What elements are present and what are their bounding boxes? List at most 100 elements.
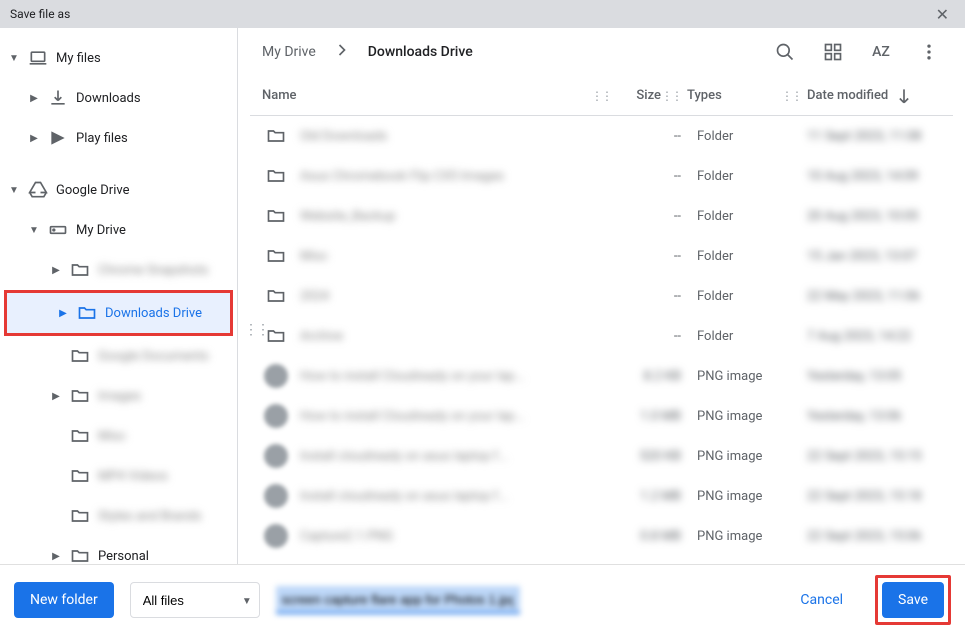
sidebar-item-folder[interactable]: Google Documents	[0, 336, 237, 376]
folder-icon	[75, 301, 99, 325]
sidebar-item-personal[interactable]: ▶ Personal	[0, 536, 237, 564]
table-row[interactable]: 2024--Folder22 May 2023, 11:06	[250, 276, 953, 316]
save-button[interactable]: Save	[882, 582, 944, 618]
column-resize-handle[interactable]: ⋮⋮	[781, 89, 791, 103]
column-size[interactable]: Size	[601, 88, 661, 103]
play-icon	[46, 126, 70, 150]
file-size: 8.2 KB	[611, 369, 681, 384]
folder-icon	[262, 126, 290, 146]
file-type: Folder	[681, 129, 791, 144]
table-row[interactable]: Archive--Folder7 Aug 2023, 14:22	[250, 316, 953, 356]
cancel-button[interactable]: Cancel	[784, 582, 859, 618]
file-type: PNG image	[681, 529, 791, 544]
file-size: --	[611, 169, 681, 184]
sidebar-item-folder[interactable]: ▶ Chrome Snapshots	[0, 250, 237, 290]
file-name: Capture2.1.PNG	[290, 529, 611, 544]
file-name: How to install Cloudready on your lap...	[290, 369, 611, 384]
filetype-select[interactable]: All files	[130, 582, 260, 618]
highlight-box: Save	[875, 575, 951, 625]
file-size: --	[611, 249, 681, 264]
column-types[interactable]: Types	[671, 88, 781, 103]
column-resize-handle[interactable]: ⋮⋮	[661, 89, 671, 103]
image-thumbnail	[262, 404, 290, 428]
folder-icon	[68, 464, 92, 488]
sidebar-item-label: Play files	[76, 131, 128, 146]
file-size: 0.8 MB	[611, 529, 681, 544]
table-row[interactable]: Asus Chromebook Flip CX5 Images--Folder1…	[250, 156, 953, 196]
new-folder-button[interactable]: New folder	[14, 582, 114, 618]
file-size: --	[611, 209, 681, 224]
file-date: Yesterday, 13:06	[791, 409, 941, 424]
folder-icon	[68, 504, 92, 528]
file-size: --	[611, 129, 681, 144]
sidebar-item-folder[interactable]: Misc	[0, 416, 237, 456]
file-size: --	[611, 329, 681, 344]
window-title: Save file as	[10, 7, 70, 21]
sidebar-resize-handle[interactable]: ⋮⋮	[244, 322, 268, 338]
sidebar-item-my-drive[interactable]: ▼ My Drive	[0, 210, 237, 250]
table-row[interactable]: Install cloudready on asus laptop f...1.…	[250, 476, 953, 516]
sidebar-item-folder[interactable]: MP4 Videos	[0, 456, 237, 496]
file-name: Archive	[290, 329, 611, 344]
file-date: 20 Aug 2023, 10:05	[791, 209, 941, 224]
column-resize-handle[interactable]: ⋮⋮	[591, 89, 601, 103]
table-row[interactable]: Website_Backup--Folder20 Aug 2023, 10:05	[250, 196, 953, 236]
main-header: My Drive Downloads Drive AZ	[238, 28, 965, 76]
bottom-bar: New folder All files ▼ Cancel Save	[0, 564, 965, 635]
sidebar-item-downloads[interactable]: ▶ Downloads	[0, 78, 237, 118]
table-row[interactable]: Capture2.1.PNG0.8 MBPNG image22 Sept 202…	[250, 516, 953, 556]
folder-icon	[68, 544, 92, 564]
more-icon[interactable]	[917, 40, 941, 64]
sidebar-item-label: Styles and Brands	[98, 509, 201, 524]
file-size: 520 KB	[611, 449, 681, 464]
column-name[interactable]: Name	[262, 88, 591, 103]
sidebar-item-label: Google Drive	[56, 183, 129, 198]
sort-az-icon[interactable]: AZ	[869, 40, 893, 64]
file-date: 22 Sept 2023, 15:18	[791, 489, 941, 504]
grid-view-icon[interactable]	[821, 40, 845, 64]
folder-icon	[68, 344, 92, 368]
dialog-body: ▼ My files ▶ Downloads ▶ Play files ▼	[0, 28, 965, 564]
table-row[interactable]: How to install Cloudready on your lap...…	[250, 396, 953, 436]
file-type: Folder	[681, 169, 791, 184]
chevron-right-icon	[332, 40, 352, 64]
download-icon	[46, 86, 70, 110]
breadcrumb-my-drive[interactable]: My Drive	[262, 44, 316, 60]
sidebar-item-label: Personal	[98, 549, 149, 564]
file-type: PNG image	[681, 369, 791, 384]
highlight-box: ▶ Downloads Drive	[4, 290, 233, 336]
file-name: How to install Cloudready on your lap...	[290, 409, 611, 424]
chevron-right-icon: ▶	[50, 264, 62, 276]
file-date: 10 Aug 2023, 14:09	[791, 169, 941, 184]
sidebar-item-google-drive[interactable]: ▼ Google Drive	[0, 170, 237, 210]
chevron-spacer	[50, 350, 62, 362]
sidebar-item-label: Chrome Snapshots	[98, 263, 208, 278]
table-row[interactable]: Old Downloads--Folder11 Sept 2023, 11:08	[250, 116, 953, 156]
search-icon[interactable]	[773, 40, 797, 64]
table-row[interactable]: How to install Cloudready on your lap...…	[250, 356, 953, 396]
file-type: Folder	[681, 289, 791, 304]
file-date: Yesterday, 13:05	[791, 369, 941, 384]
file-type: PNG image	[681, 489, 791, 504]
close-icon[interactable]: ✕	[930, 3, 955, 26]
breadcrumb-downloads-drive[interactable]: Downloads Drive	[368, 44, 473, 60]
sidebar-item-label: Downloads Drive	[105, 306, 202, 321]
column-date-modified[interactable]: Date modified	[791, 86, 941, 106]
sidebar-item-folder[interactable]: ▶ Images	[0, 376, 237, 416]
titlebar: Save file as ✕	[0, 0, 965, 28]
chevron-down-icon: ▼	[28, 224, 40, 236]
breadcrumb: My Drive Downloads Drive	[262, 40, 753, 64]
table-row[interactable]: Install cloudready on asus laptop f...52…	[250, 436, 953, 476]
file-name: Asus Chromebook Flip CX5 Images	[290, 169, 611, 184]
sidebar-item-play-files[interactable]: ▶ Play files	[0, 118, 237, 158]
file-date: 22 May 2023, 11:06	[791, 289, 941, 304]
folder-icon	[68, 424, 92, 448]
filename-input[interactable]	[276, 586, 520, 614]
column-date-label: Date modified	[807, 88, 888, 103]
sidebar-item-label: MP4 Videos	[98, 469, 168, 484]
chevron-right-icon: ▶	[57, 307, 69, 319]
table-row[interactable]: Misc--Folder15 Jan 2023, 13:07	[250, 236, 953, 276]
sidebar-item-my-files[interactable]: ▼ My files	[0, 38, 237, 78]
sidebar-item-downloads-drive[interactable]: ▶ Downloads Drive	[7, 293, 230, 333]
sidebar-item-folder[interactable]: Styles and Brands	[0, 496, 237, 536]
